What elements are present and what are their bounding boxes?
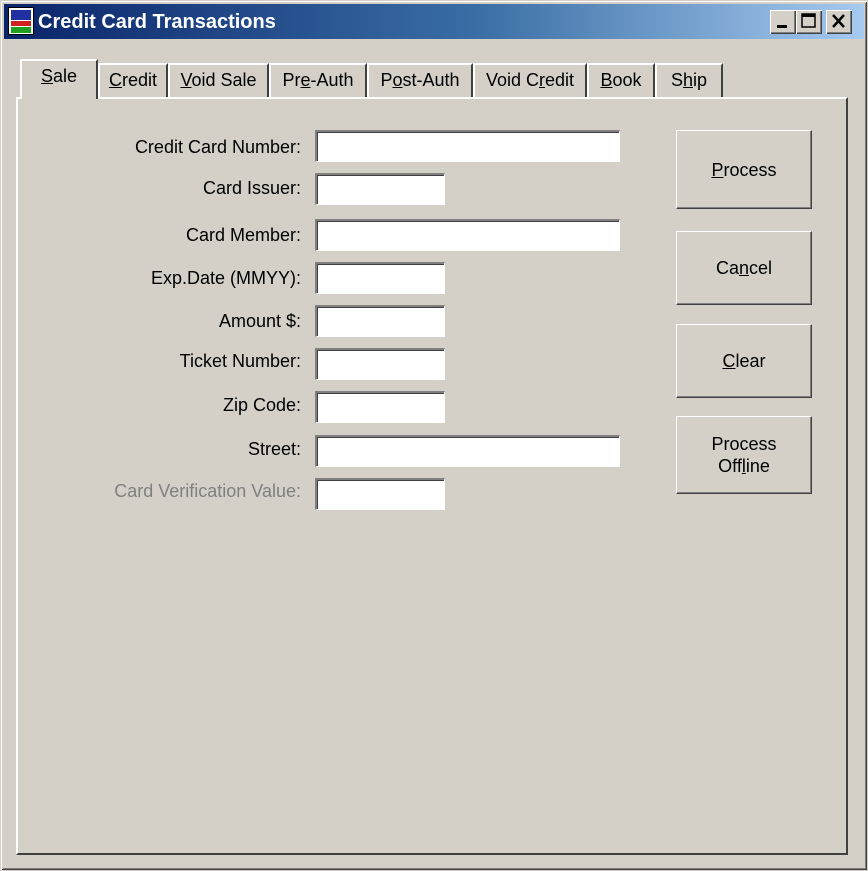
- tab-label: Book: [600, 70, 642, 90]
- window-title: Credit Card Transactions: [38, 11, 276, 33]
- title-bar[interactable]: Credit Card Transactions: [4, 4, 864, 39]
- cancel-label: Cancel: [715, 258, 773, 278]
- card-verification-value-label: Card Verification Value:: [114, 481, 301, 501]
- ticket-number-field[interactable]: [315, 348, 445, 380]
- maximize-icon: [801, 13, 816, 28]
- maximize-button[interactable]: [796, 10, 822, 34]
- tab-post-auth[interactable]: Post-Auth: [367, 63, 473, 97]
- credit-card-number-field[interactable]: [315, 130, 620, 162]
- process-button[interactable]: Process: [676, 130, 812, 209]
- exp-date-label: Exp.Date (MMYY):: [150, 268, 301, 288]
- amount-field[interactable]: [315, 305, 445, 337]
- app-icon[interactable]: [8, 7, 34, 35]
- credit-card-number-label: Credit Card Number:: [134, 137, 301, 157]
- minimize-button[interactable]: [770, 10, 796, 34]
- tab-credit[interactable]: Credit: [98, 63, 168, 97]
- process-offline-label-line1: Process: [711, 434, 777, 454]
- street-label: Street:: [247, 439, 301, 459]
- tab-ship[interactable]: Ship: [655, 63, 723, 97]
- tab-label: Post-Auth: [380, 70, 460, 90]
- card-verification-value-field[interactable]: [315, 478, 445, 510]
- tab-void-sale[interactable]: Void Sale: [168, 63, 269, 97]
- tab-pre-auth[interactable]: Pre-Auth: [269, 63, 367, 97]
- tab-label: Void Credit: [485, 70, 575, 90]
- clear-label: Clear: [722, 351, 766, 371]
- card-issuer-label: Card Issuer:: [202, 178, 301, 198]
- minimize-icon: [777, 25, 787, 28]
- process-offline-button[interactable]: Process Offline: [676, 416, 812, 494]
- ticket-number-label: Ticket Number:: [179, 351, 301, 371]
- street-field[interactable]: [315, 435, 620, 467]
- tab-label: Sale: [40, 66, 78, 86]
- tab-label: Credit: [108, 70, 157, 90]
- tab-sale[interactable]: Sale: [20, 59, 98, 99]
- card-member-field[interactable]: [315, 219, 620, 251]
- tab-label: Pre-Auth: [282, 70, 354, 90]
- credit-card-window: Credit Card Transactions Sale Credit Voi…: [0, 0, 868, 871]
- tab-book[interactable]: Book: [587, 63, 655, 97]
- tab-label: Ship: [670, 70, 708, 90]
- close-icon: [832, 14, 845, 28]
- process-offline-label-line2: Offline: [718, 456, 770, 476]
- close-button[interactable]: [826, 10, 852, 34]
- process-label: Process: [711, 159, 777, 180]
- exp-date-field[interactable]: [315, 262, 445, 294]
- tab-void-credit[interactable]: Void Credit: [473, 63, 587, 97]
- amount-label: Amount $:: [218, 311, 301, 331]
- cancel-button[interactable]: Cancel: [676, 231, 812, 305]
- tab-label: Void Sale: [180, 70, 257, 90]
- card-member-label: Card Member:: [185, 225, 301, 245]
- zip-code-field[interactable]: [315, 391, 445, 423]
- card-issuer-field[interactable]: [315, 173, 445, 205]
- zip-code-label: Zip Code:: [222, 395, 301, 415]
- clear-button[interactable]: Clear: [676, 324, 812, 398]
